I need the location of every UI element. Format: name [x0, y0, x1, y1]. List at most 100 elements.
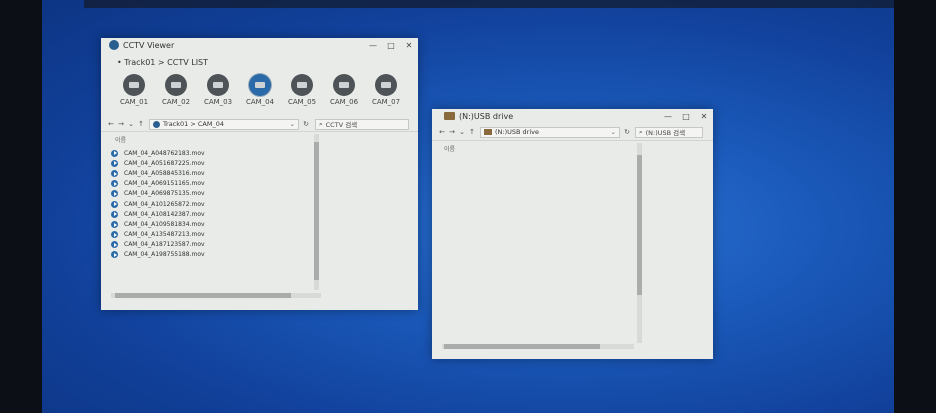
play-icon: [111, 180, 118, 188]
close-button[interactable]: ✕: [695, 112, 713, 121]
play-icon: [111, 200, 118, 208]
list-item[interactable]: CAM_04_A187123587.mov: [111, 240, 205, 250]
address-bar[interactable]: (N:)USB drive ⌄: [480, 126, 620, 138]
usb-titlebar[interactable]: (N:)USB drive — □ ✕: [432, 109, 713, 123]
recent-dropdown[interactable]: ⌄: [126, 120, 136, 128]
cctv-toolbar: ← → ⌄ ↑ Track01 > CAM_04 ⌄ ↻ ⌕ CCTV 검색: [106, 118, 413, 130]
file-list: CAM_04_A048762183.mov CAM_04_A051687225.…: [111, 148, 205, 260]
file-name: CAM_04_A101265872.mov: [124, 200, 205, 208]
chevron-down-icon[interactable]: ⌄: [290, 120, 295, 128]
camera-label: CAM_03: [203, 98, 233, 106]
horizontal-scrollbar[interactable]: [111, 293, 321, 298]
list-item[interactable]: CAM_04_A109581834.mov: [111, 219, 205, 229]
monitor-bezel-top: [84, 0, 894, 8]
column-header-name[interactable]: 이름: [444, 144, 455, 153]
minimize-button[interactable]: —: [659, 112, 677, 121]
monitor-bezel-left: [0, 0, 42, 413]
search-icon: ⌕: [319, 119, 323, 128]
list-item[interactable]: CAM_04_A101265872.mov: [111, 199, 205, 209]
play-icon: [111, 241, 118, 249]
column-header-name[interactable]: 이름: [115, 135, 126, 144]
search-placeholder: (N:)USB 검색: [645, 129, 686, 137]
cctv-window-title: CCTV Viewer: [123, 40, 175, 50]
camera-button-cam04[interactable]: CAM_04: [239, 74, 281, 106]
camera-icon: [375, 74, 397, 96]
file-name: CAM_04_A108142387.mov: [124, 210, 205, 218]
recent-dropdown[interactable]: ⌄: [457, 128, 467, 136]
maximize-button[interactable]: □: [677, 112, 695, 121]
toolbar-divider: [101, 131, 418, 132]
camera-label: CAM_05: [287, 98, 317, 106]
address-text: (N:)USB drive: [495, 128, 539, 136]
camera-list: CAM_01 CAM_02 CAM_03 CAM_04 CAM_05 CAM_0…: [113, 74, 418, 106]
list-item[interactable]: CAM_04_A051687225.mov: [111, 158, 205, 168]
list-item[interactable]: CAM_04_A108142387.mov: [111, 209, 205, 219]
scrollbar-thumb[interactable]: [115, 293, 291, 298]
usb-toolbar: ← → ⌄ ↑ (N:)USB drive ⌄ ↻ ⌕ (N:)USB 검색: [437, 126, 709, 138]
cctv-titlebar[interactable]: CCTV Viewer — □ ✕: [101, 38, 418, 52]
minimize-button[interactable]: —: [364, 41, 382, 50]
camera-button-cam05[interactable]: CAM_05: [281, 74, 323, 106]
camera-label: CAM_04: [245, 98, 275, 106]
cctv-viewer-window: CCTV Viewer — □ ✕ • Track01 > CCTV LIST …: [101, 38, 418, 310]
up-button[interactable]: ↑: [136, 120, 146, 128]
play-icon: [111, 231, 118, 239]
camera-icon: [207, 74, 229, 96]
play-icon: [111, 169, 118, 177]
camera-label: CAM_01: [119, 98, 149, 106]
camera-button-cam03[interactable]: CAM_03: [197, 74, 239, 106]
toolbar-divider: [432, 140, 713, 141]
cctv-location-icon: [153, 120, 160, 128]
search-input[interactable]: ⌕ CCTV 검색: [315, 118, 409, 130]
monitor-bezel-right: [894, 0, 936, 413]
camera-icon: [165, 74, 187, 96]
forward-button[interactable]: →: [447, 128, 457, 136]
list-item[interactable]: CAM_04_A058845316.mov: [111, 168, 205, 178]
list-item[interactable]: CAM_04_A198755188.mov: [111, 250, 205, 260]
horizontal-scrollbar[interactable]: [442, 344, 634, 349]
camera-button-cam01[interactable]: CAM_01: [113, 74, 155, 106]
usb-window-title: (N:)USB drive: [459, 111, 514, 121]
file-name: CAM_04_A135487213.mov: [124, 231, 205, 239]
camera-icon-selected: [249, 74, 271, 96]
refresh-icon[interactable]: ↻: [622, 128, 632, 136]
back-button[interactable]: ←: [437, 128, 447, 136]
file-name: CAM_04_A198755188.mov: [124, 251, 205, 259]
cctv-breadcrumb: • Track01 > CCTV LIST: [117, 58, 209, 67]
search-input[interactable]: ⌕ (N:)USB 검색: [635, 126, 703, 138]
close-button[interactable]: ✕: [400, 41, 418, 50]
folder-icon: [484, 129, 492, 135]
vertical-scrollbar[interactable]: [314, 134, 319, 290]
play-icon: [111, 149, 118, 157]
camera-button-cam07[interactable]: CAM_07: [365, 74, 407, 106]
camera-icon: [123, 74, 145, 96]
play-icon: [111, 220, 118, 228]
scrollbar-thumb[interactable]: [314, 142, 319, 280]
scrollbar-thumb[interactable]: [444, 344, 600, 349]
list-item[interactable]: CAM_04_A135487213.mov: [111, 230, 205, 240]
cctv-app-icon: [109, 40, 119, 50]
up-button[interactable]: ↑: [467, 128, 477, 136]
vertical-scrollbar[interactable]: [637, 143, 642, 343]
play-icon: [111, 210, 118, 218]
refresh-icon[interactable]: ↻: [301, 120, 311, 128]
file-name: CAM_04_A058845316.mov: [124, 169, 205, 177]
scrollbar-thumb[interactable]: [637, 155, 642, 295]
camera-label: CAM_06: [329, 98, 359, 106]
camera-label: CAM_02: [161, 98, 191, 106]
play-icon: [111, 190, 118, 198]
search-icon: ⌕: [639, 127, 643, 136]
back-button[interactable]: ←: [106, 120, 116, 128]
camera-button-cam06[interactable]: CAM_06: [323, 74, 365, 106]
address-bar[interactable]: Track01 > CAM_04 ⌄: [149, 118, 299, 130]
forward-button[interactable]: →: [116, 120, 126, 128]
camera-label: CAM_07: [371, 98, 401, 106]
play-icon: [111, 251, 118, 259]
list-item[interactable]: CAM_04_A048762183.mov: [111, 148, 205, 158]
chevron-down-icon[interactable]: ⌄: [611, 128, 616, 136]
maximize-button[interactable]: □: [382, 41, 400, 50]
list-item[interactable]: CAM_04_A069151165.mov: [111, 179, 205, 189]
camera-button-cam02[interactable]: CAM_02: [155, 74, 197, 106]
list-item[interactable]: CAM_04_A069875135.mov: [111, 189, 205, 199]
file-name: CAM_04_A069151165.mov: [124, 180, 205, 188]
